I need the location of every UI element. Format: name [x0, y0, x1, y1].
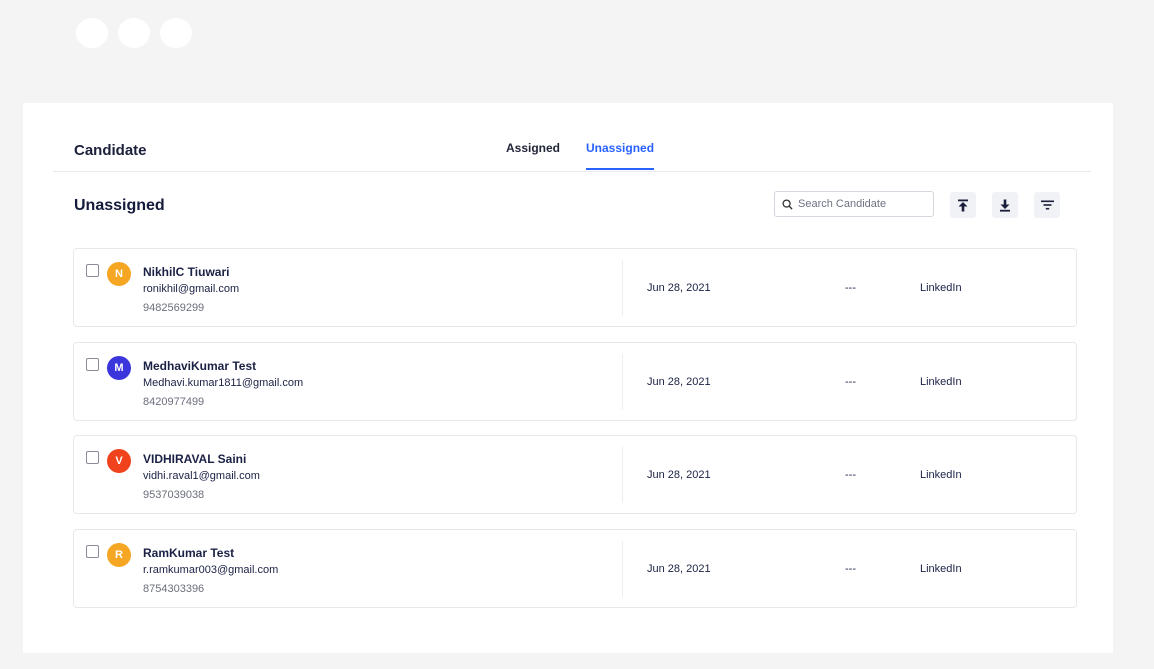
candidate-date: Jun 28, 2021	[647, 469, 711, 481]
window-dot-minimize[interactable]	[118, 18, 150, 48]
candidate-source: LinkedIn	[920, 469, 962, 481]
candidate-row[interactable]: M MedhaviKumar Test Medhavi.kumar1811@gm…	[73, 341, 1077, 421]
upload-icon	[958, 199, 968, 211]
window-controls	[76, 18, 192, 48]
filter-button[interactable]	[1034, 192, 1060, 218]
row-checkbox[interactable]	[86, 264, 99, 277]
candidate-source: LinkedIn	[920, 375, 962, 388]
candidate-tabs: Assigned Unassigned	[506, 141, 655, 170]
download-icon	[1000, 199, 1010, 212]
window-dot-maximize[interactable]	[160, 18, 192, 48]
candidate-source: LinkedIn	[920, 562, 962, 575]
candidate-email: r.ramkumar003@gmail.com	[143, 563, 279, 576]
candidate-header: Candidate Assigned Unassigned	[53, 103, 1091, 172]
page-title: Candidate	[74, 142, 147, 159]
search-box[interactable]	[774, 191, 934, 217]
row-divider	[622, 447, 623, 503]
candidate-date: Jun 28, 2021	[647, 562, 711, 575]
candidate-email: vidhi.raval1@gmail.com	[143, 470, 260, 482]
candidate-name[interactable]: MedhaviKumar Test	[143, 359, 256, 373]
download-button[interactable]	[992, 192, 1018, 218]
candidate-row[interactable]: R RamKumar Test r.ramkumar003@gmail.com …	[73, 528, 1077, 608]
tab-unassigned[interactable]: Unassigned	[586, 141, 655, 170]
candidate-phone: 9537039038	[143, 489, 205, 501]
row-divider	[622, 540, 623, 597]
tab-assigned[interactable]: Assigned	[506, 141, 560, 169]
avatar: R	[107, 542, 131, 567]
candidate-row[interactable]: V VIDHIRAVAL Saini vidhi.raval1@gmail.co…	[73, 435, 1077, 514]
candidate-email: Medhavi.kumar1811@gmail.com	[143, 376, 304, 389]
avatar: N	[107, 262, 131, 286]
candidate-phone: 9482569299	[143, 302, 205, 314]
candidate-date: Jun 28, 2021	[647, 282, 711, 294]
candidate-phone: 8754303396	[143, 582, 205, 595]
window-dot-close[interactable]	[76, 18, 108, 48]
candidate-email: ronikhil@gmail.com	[143, 283, 240, 295]
candidate-date: Jun 28, 2021	[647, 375, 711, 388]
candidate-status: ---	[845, 282, 856, 294]
candidate-source: LinkedIn	[920, 282, 962, 294]
avatar: V	[107, 449, 131, 473]
candidate-phone: 8420977499	[143, 395, 205, 408]
row-checkbox[interactable]	[86, 451, 99, 464]
upload-button[interactable]	[950, 192, 976, 218]
search-input[interactable]	[798, 198, 928, 210]
avatar: M	[107, 355, 131, 380]
filter-icon	[1040, 200, 1054, 210]
search-icon	[782, 198, 793, 210]
row-divider	[622, 353, 623, 410]
candidate-name[interactable]: NikhilC Tiuwari	[143, 265, 229, 279]
candidate-status: ---	[845, 562, 856, 575]
row-divider	[622, 260, 623, 316]
candidate-name[interactable]: VIDHIRAVAL Saini	[143, 452, 246, 466]
candidate-status: ---	[845, 375, 856, 388]
row-checkbox[interactable]	[86, 544, 99, 558]
candidate-status: ---	[845, 469, 856, 481]
row-checkbox[interactable]	[86, 357, 99, 371]
section-title: Unassigned	[74, 197, 165, 214]
candidate-list: N NikhilC Tiuwari ronikhil@gmail.com 948…	[73, 248, 1077, 622]
candidate-name[interactable]: RamKumar Test	[143, 546, 234, 560]
candidate-panel: Candidate Assigned Unassigned Unassigned	[23, 103, 1113, 653]
candidate-row[interactable]: N NikhilC Tiuwari ronikhil@gmail.com 948…	[73, 248, 1077, 327]
